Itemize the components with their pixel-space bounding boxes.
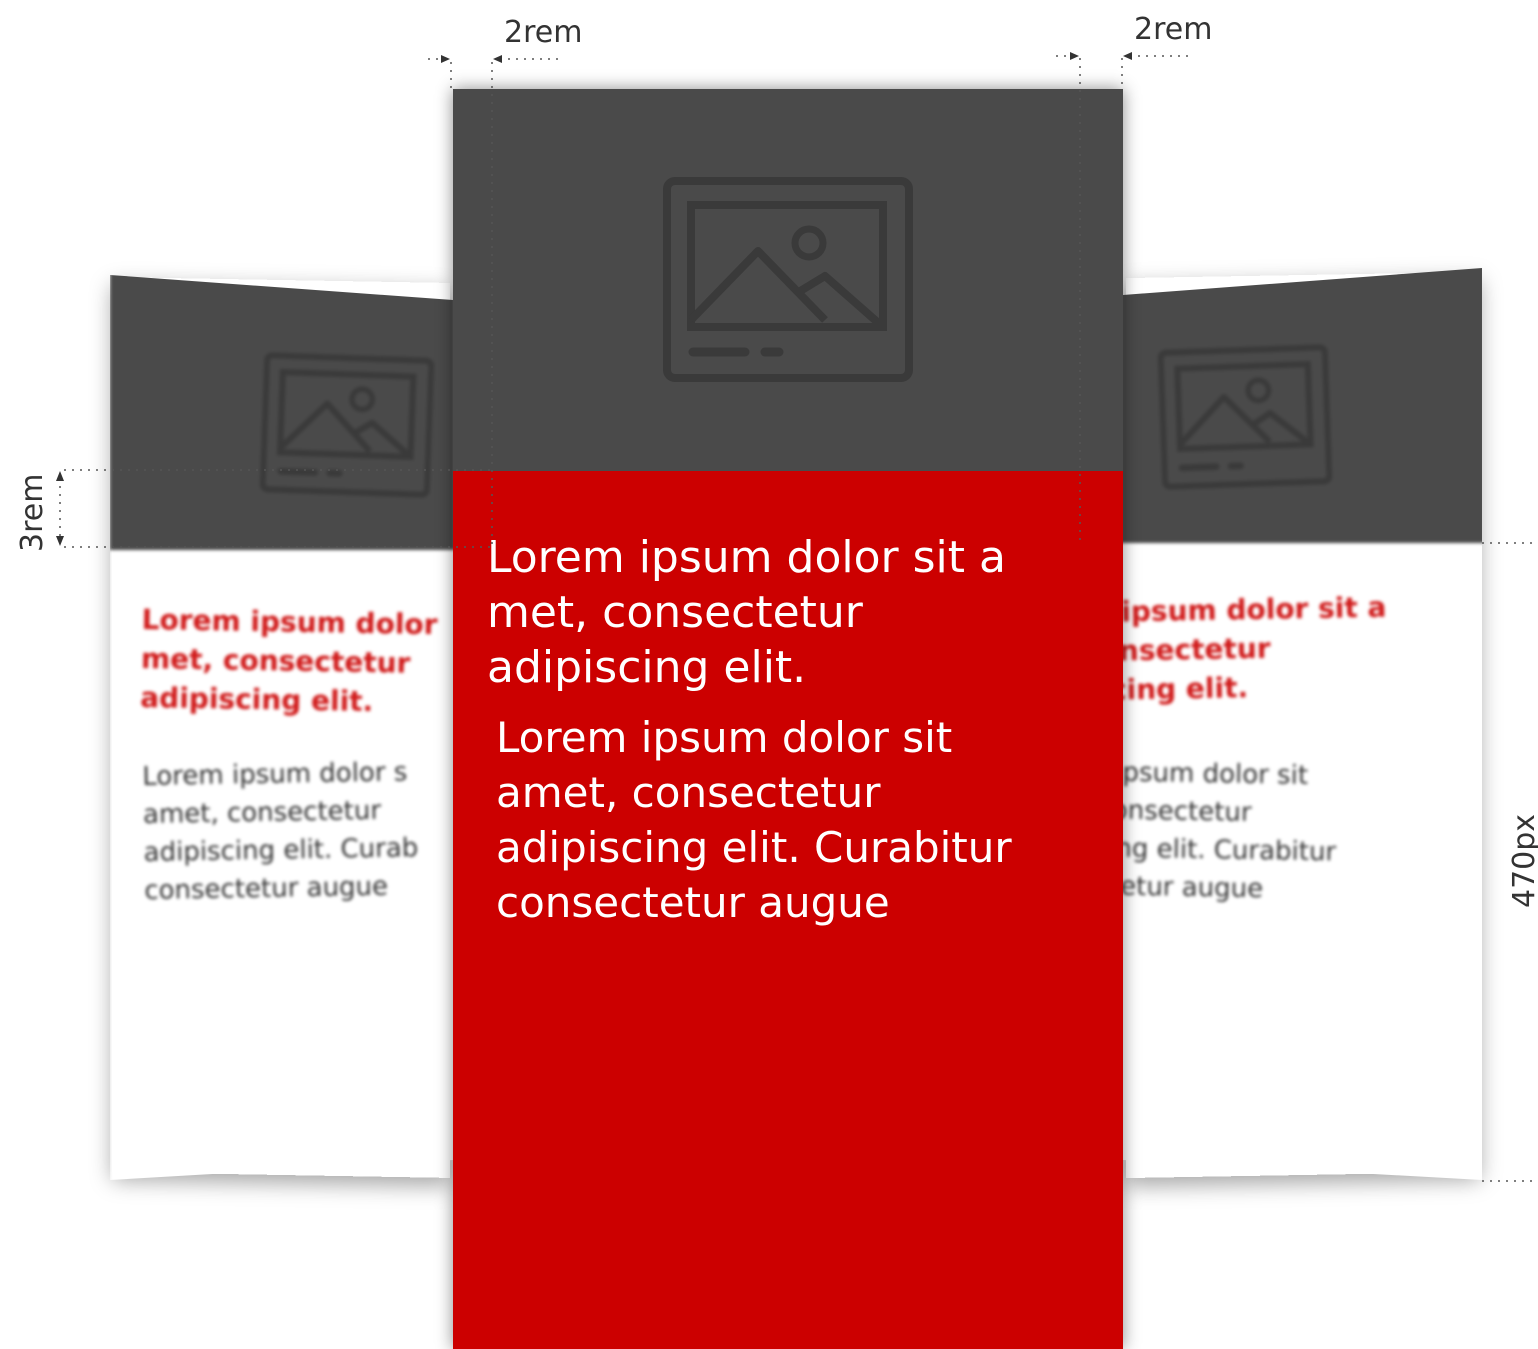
center-card-image-area [453, 89, 1123, 471]
center-card-text: Lorem ipsum dolor sit amet, consectetur … [496, 710, 1096, 930]
height-label: 470px [1508, 814, 1538, 908]
left-card-text: Lorem ipsum dolor s amet, consectetur ad… [142, 752, 505, 910]
right-card-title: m ipsum dolor sit a consectetur iscing e… [1082, 586, 1464, 710]
image-icon [259, 347, 434, 503]
image-icon [663, 177, 913, 382]
center-card-title: Lorem ipsum dolor sit a met, consectetur… [487, 530, 1087, 695]
left-card-title: Lorem ipsum dolor met, consectetur adipi… [140, 600, 502, 723]
right-card-text: m ipsum dolor sit , consectetur scing el… [1079, 753, 1462, 912]
padding-left-label: 2rem [504, 16, 582, 50]
gap-label: 3rem [16, 474, 50, 552]
image-icon [1157, 339, 1332, 495]
padding-right-label: 2rem [1134, 13, 1212, 47]
